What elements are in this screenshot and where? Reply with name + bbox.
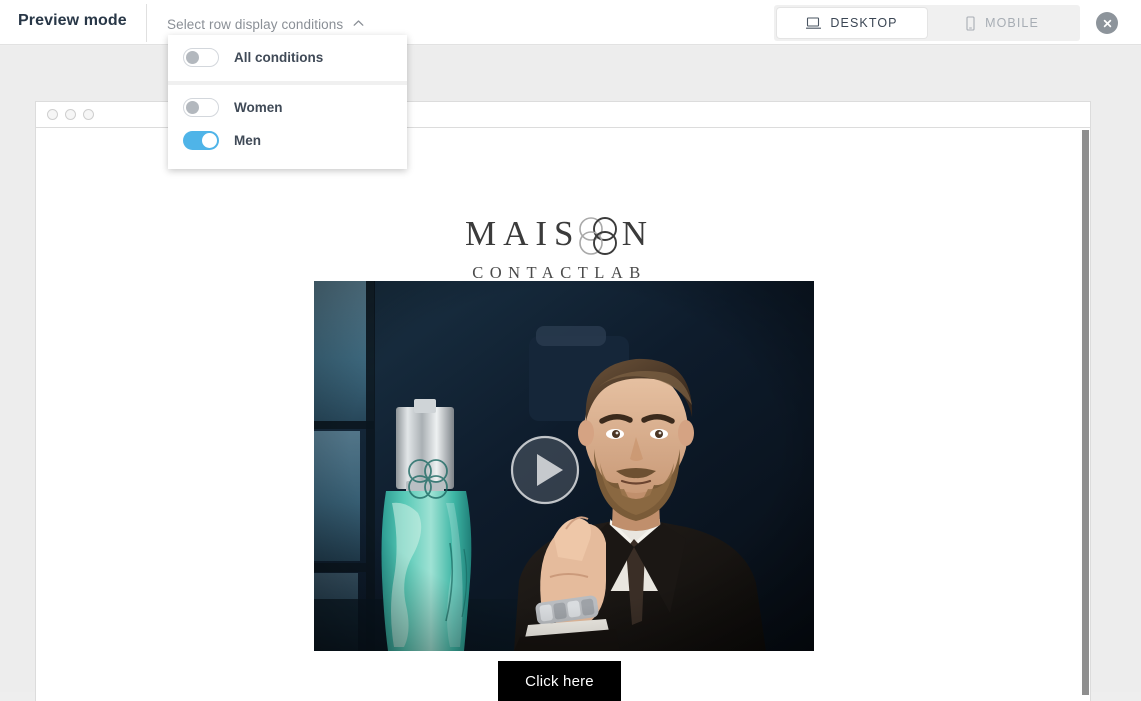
toggle-all-conditions[interactable] — [183, 48, 219, 67]
row-display-conditions-select[interactable]: Select row display conditions — [167, 14, 364, 34]
dropdown-item-all-conditions-label: All conditions — [234, 50, 324, 65]
email-logo: MAISON CONTACTLAB — [36, 213, 1083, 283]
browser-dot-1 — [47, 109, 58, 120]
chevron-up-icon — [353, 18, 364, 29]
vertical-scrollbar-thumb[interactable] — [1082, 130, 1089, 695]
dropdown-item-women-label: Women — [234, 100, 283, 115]
dropdown-item-men[interactable]: Men — [168, 124, 407, 157]
cta-container: Click here — [36, 661, 1083, 701]
toggle-men[interactable] — [183, 131, 219, 150]
logo-subtitle: CONTACTLAB — [472, 263, 647, 282]
device-tab-desktop-label: DESKTOP — [830, 16, 898, 30]
toggle-knob — [186, 101, 199, 114]
dropdown-section-all: All conditions — [168, 35, 407, 81]
row-display-conditions-label: Select row display conditions — [167, 16, 344, 32]
browser-dot-3 — [83, 109, 94, 120]
browser-viewport: MAISON CONTACTLAB — [35, 128, 1091, 701]
browser-dot-2 — [65, 109, 76, 120]
four-circle-flower-icon — [572, 210, 624, 262]
device-tab-mobile-label: MOBILE — [985, 16, 1039, 30]
page-title: Preview mode — [18, 12, 127, 29]
close-icon — [1102, 18, 1113, 29]
email-content: MAISON CONTACTLAB — [36, 128, 1083, 701]
header-divider — [146, 4, 147, 42]
device-tab-desktop[interactable]: DESKTOP — [777, 8, 927, 38]
dropdown-item-all-conditions[interactable]: All conditions — [168, 41, 407, 74]
dropdown-item-men-label: Men — [234, 133, 261, 148]
vertical-scrollbar[interactable] — [1081, 128, 1090, 701]
toggle-knob — [186, 51, 199, 64]
logo-brand-before: MAIS — [464, 214, 581, 253]
device-view-switch[interactable]: DESKTOP MOBILE — [774, 5, 1080, 41]
desktop-monitor-icon — [806, 16, 822, 30]
hero-artwork — [314, 281, 814, 651]
device-tab-mobile[interactable]: MOBILE — [927, 8, 1077, 38]
mobile-phone-icon — [965, 15, 976, 31]
logo-wordmark: MAISON — [465, 213, 654, 255]
hero-video-thumbnail[interactable] — [314, 281, 814, 651]
click-here-button[interactable]: Click here — [498, 661, 621, 701]
logo-brand-after: N — [621, 214, 655, 253]
row-display-conditions-dropdown: All conditions Women Men — [168, 35, 407, 169]
dropdown-item-women[interactable]: Women — [168, 91, 407, 124]
close-preview-button[interactable] — [1096, 12, 1118, 34]
toggle-knob — [202, 133, 217, 148]
browser-mock-frame: MAISON CONTACTLAB — [35, 101, 1091, 701]
dropdown-section-conditions: Women Men — [168, 85, 407, 169]
toggle-women[interactable] — [183, 98, 219, 117]
